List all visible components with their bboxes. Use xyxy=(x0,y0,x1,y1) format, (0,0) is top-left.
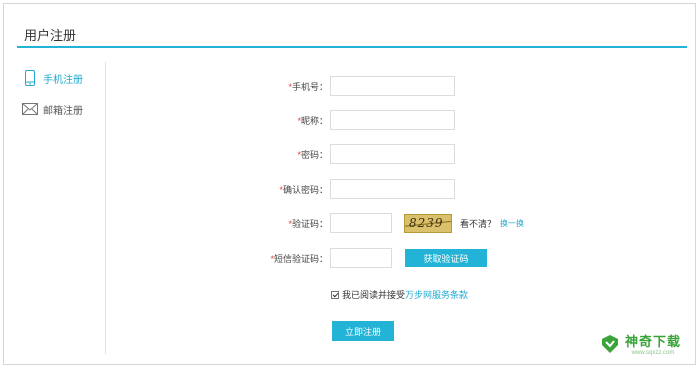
mail-icon xyxy=(22,101,38,117)
sidebar: 手机注册 邮箱注册 xyxy=(14,62,106,354)
terms-link[interactable]: 万步网服务条款 xyxy=(405,288,468,301)
nickname-row: *昵称： xyxy=(234,109,455,131)
phone-label: *手机号： xyxy=(288,81,328,92)
watermark-logo: 神奇下载 www.sqxzz.com xyxy=(599,331,681,356)
captcha-input[interactable] xyxy=(330,213,392,233)
sms-code-label: *短信验证码： xyxy=(270,253,328,264)
watermark-logo-icon xyxy=(601,334,618,353)
agree-checkbox[interactable] xyxy=(331,290,339,299)
captcha-refresh-link[interactable]: 换一换 xyxy=(500,218,524,229)
password-input[interactable] xyxy=(330,144,455,164)
captcha-image[interactable]: 8239 xyxy=(404,213,452,233)
confirm-password-input[interactable] xyxy=(330,179,455,199)
phone-input[interactable] xyxy=(330,76,455,96)
register-submit-button[interactable]: 立即注册 xyxy=(332,321,394,341)
watermark-url: www.sqxzz.com xyxy=(631,350,675,356)
nickname-input[interactable] xyxy=(330,110,455,130)
sidebar-item-label: 手机注册 xyxy=(43,74,83,86)
sidebar-item-phone-register[interactable]: 手机注册 xyxy=(22,69,83,87)
nickname-label: *昵称： xyxy=(297,115,328,126)
registration-panel: 用户注册 手机注册 邮箱注册 *手机号： *昵称： *密码： *确认密码： *验… xyxy=(3,3,696,365)
sms-code-input[interactable] xyxy=(330,248,392,268)
page-title: 用户注册 xyxy=(24,28,77,43)
sidebar-item-email-register[interactable]: 邮箱注册 xyxy=(22,100,83,118)
agree-text: 我已阅读并接受 xyxy=(342,290,406,300)
phone-row: *手机号： xyxy=(234,75,455,97)
captcha-row: *验证码： 8239 看不清？ 换一换 xyxy=(234,212,524,234)
captcha-unclear-text: 看不清？ xyxy=(460,218,497,229)
sidebar-item-label: 邮箱注册 xyxy=(43,105,83,117)
password-row: *密码： xyxy=(234,143,455,165)
sms-code-row: *短信验证码： 获取验证码 xyxy=(234,247,487,269)
agree-terms-row: 我已阅读并接受 万步网服务条款 xyxy=(331,288,468,301)
watermark-name: 神奇下载 xyxy=(624,334,681,349)
get-sms-code-button[interactable]: 获取验证码 xyxy=(405,249,487,267)
password-label: *密码： xyxy=(297,149,328,160)
captcha-label: *验证码： xyxy=(288,218,328,229)
confirm-password-label: *确认密码： xyxy=(279,184,328,195)
phone-icon xyxy=(22,70,38,86)
title-bar: 用户注册 xyxy=(17,21,687,48)
confirm-password-row: *确认密码： xyxy=(234,178,455,200)
